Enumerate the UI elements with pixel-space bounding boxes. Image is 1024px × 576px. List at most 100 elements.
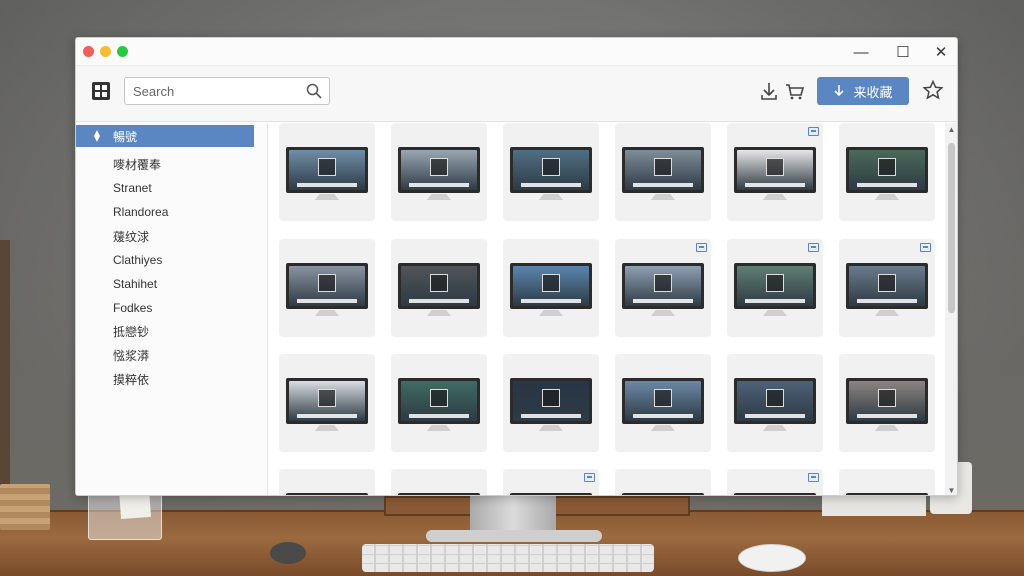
vertical-scrollbar[interactable]: ▲ ▼ [945, 123, 957, 495]
thumbnail-card[interactable] [615, 469, 711, 495]
monitor-thumbnail [846, 263, 928, 309]
thumbnail-card[interactable] [727, 239, 823, 337]
wooden-box [0, 484, 50, 530]
star-icon[interactable] [922, 79, 944, 101]
thumbnail-card[interactable] [391, 239, 487, 337]
thumbnail-bar [408, 182, 470, 187]
thumbnail-image [625, 150, 701, 190]
monitor-thumbnail [622, 147, 704, 193]
monitor-thumbnail [510, 263, 592, 309]
sidebar-item-label: 惤浆漭 [113, 348, 150, 363]
thumbnail-image [737, 381, 813, 421]
thumbnail-card[interactable] [279, 354, 375, 452]
scroll-thumb[interactable] [948, 143, 955, 313]
sidebar-item[interactable]: Clathiyes [76, 249, 254, 271]
shelf-post [0, 240, 10, 510]
monitor-stand [763, 194, 787, 200]
thumbnail-card[interactable] [615, 239, 711, 337]
thumbnail-card[interactable] [391, 123, 487, 221]
thumbnail-card[interactable] [615, 123, 711, 221]
monitor-thumbnail [734, 493, 816, 495]
thumbnail-image [849, 266, 925, 306]
thumbnail-bar [520, 413, 582, 418]
monitor-thumbnail [846, 493, 928, 495]
thumbnail-bar [744, 298, 806, 303]
monitor-thumbnail [286, 147, 368, 193]
thumbnail-card[interactable] [839, 354, 935, 452]
sidebar-item[interactable]: 抵戀钞 [76, 320, 254, 342]
sidebar-item[interactable]: 摸粹依 [76, 368, 254, 390]
sidebar-item[interactable]: Stranet [76, 177, 254, 199]
search-icon[interactable] [305, 82, 323, 100]
thumbnail-card[interactable] [839, 123, 935, 221]
monitor-thumbnail [510, 493, 592, 495]
thumbnail-card[interactable] [615, 354, 711, 452]
traffic-minimize-button[interactable] [100, 46, 111, 57]
thumbnail-card[interactable] [391, 354, 487, 452]
thumbnail-image [401, 266, 477, 306]
thumbnail-bar [856, 298, 918, 303]
download-icon[interactable] [758, 80, 780, 102]
thumbnail-bar [856, 413, 918, 418]
thumbnail-image [401, 150, 477, 190]
thumbnail-card[interactable] [503, 239, 599, 337]
monitor-stand [875, 310, 899, 316]
sidebar-item[interactable]: Stahihet [76, 273, 254, 295]
monitor-thumbnail [622, 263, 704, 309]
thumbnail-card[interactable] [279, 469, 375, 495]
monitor-stand [427, 194, 451, 200]
sidebar-item[interactable]: Rlandorea [76, 201, 254, 223]
monitor-neck [470, 496, 556, 534]
thumbnail-card[interactable] [279, 239, 375, 337]
traffic-close-button[interactable] [83, 46, 94, 57]
sidebar-item-label: 蕿纹浗 [113, 229, 150, 244]
thumbnail-image [289, 150, 365, 190]
monitor-thumbnail [286, 378, 368, 424]
thumbnail-card[interactable] [727, 123, 823, 221]
scroll-down-arrow[interactable]: ▼ [947, 486, 956, 495]
thumbnail-card[interactable] [839, 469, 935, 495]
sidebar-item[interactable]: 蕿纹浗 [76, 225, 254, 247]
thumbnail-card[interactable] [727, 469, 823, 495]
app-window: — ☐ ✕ Search 来收藏 暢號 嘜材覆奉 Stranet Rlandor… [75, 37, 958, 496]
monitor-thumbnail [398, 147, 480, 193]
cart-icon[interactable] [784, 80, 806, 102]
thumbnail-card[interactable] [727, 354, 823, 452]
thumbnail-bar [296, 413, 358, 418]
monitor-thumbnail [734, 147, 816, 193]
close-button[interactable]: ✕ [928, 41, 954, 63]
monitor-thumbnail [734, 263, 816, 309]
sidebar-item[interactable]: 惤浆漭 [76, 344, 254, 366]
thumbnail-bar [520, 182, 582, 187]
search-input[interactable] [133, 82, 293, 100]
thumbnail-bar [296, 298, 358, 303]
sidebar-item-label: 嘜材覆奉 [113, 157, 162, 172]
monitor-thumbnail [510, 378, 592, 424]
thumbnail-frame [765, 274, 785, 292]
sidebar-item-active[interactable]: 暢號 [76, 125, 254, 147]
thumbnail-card[interactable] [503, 469, 599, 495]
thumbnail-card[interactable] [279, 123, 375, 221]
grid-view-icon[interactable] [90, 80, 112, 102]
maximize-button[interactable]: ☐ [890, 41, 916, 63]
thumbnail-image [737, 150, 813, 190]
image-badge-icon [696, 243, 707, 252]
thumbnail-frame [765, 389, 785, 407]
image-badge-icon [808, 127, 819, 136]
image-badge-icon [808, 243, 819, 252]
thumbnail-card[interactable] [503, 123, 599, 221]
monitor-stand [875, 425, 899, 431]
thumbnail-frame [429, 158, 449, 176]
add-to-collection-label: 来收藏 [853, 84, 893, 100]
minimize-button[interactable]: — [848, 41, 874, 63]
sidebar-item[interactable]: 嘜材覆奉 [76, 153, 254, 175]
pin-icon [94, 130, 100, 142]
thumbnail-card[interactable] [391, 469, 487, 495]
traffic-maximize-button[interactable] [117, 46, 128, 57]
dark-mouse [270, 542, 306, 564]
scroll-up-arrow[interactable]: ▲ [947, 125, 956, 134]
add-to-collection-button[interactable]: 来收藏 [817, 77, 909, 105]
sidebar-item[interactable]: Fodkes [76, 297, 254, 319]
thumbnail-card[interactable] [503, 354, 599, 452]
thumbnail-card[interactable] [839, 239, 935, 337]
